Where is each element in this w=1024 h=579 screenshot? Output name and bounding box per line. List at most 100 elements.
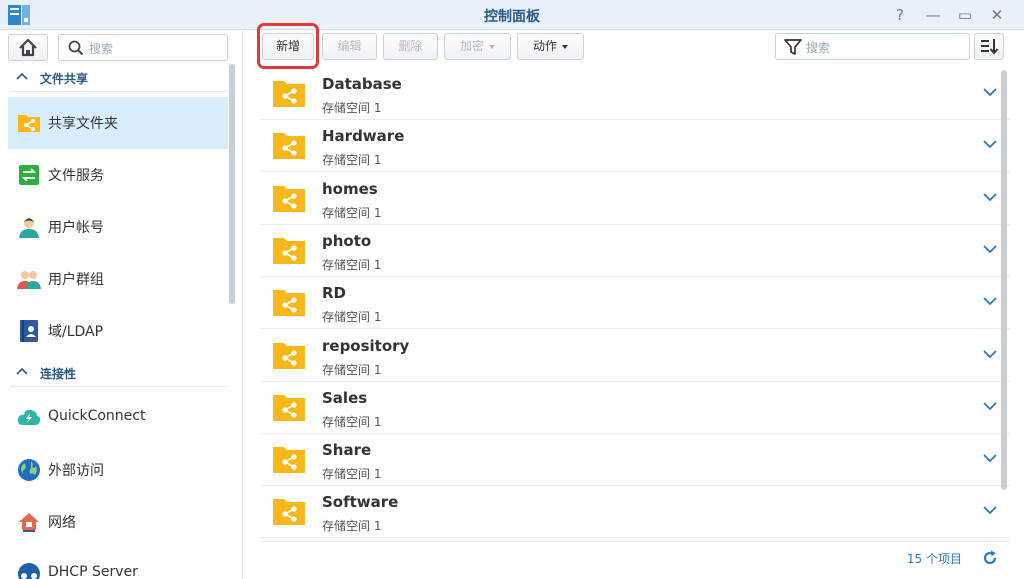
sidebar-item-ldap[interactable]: 域/LDAP <box>8 305 228 357</box>
list-item[interactable]: photo 存储空间 1 <box>260 225 1010 277</box>
search-placeholder: 搜索 <box>806 41 831 55</box>
maximize-icon[interactable]: ▭ <box>954 4 976 26</box>
list-scrollbar[interactable] <box>1001 70 1007 490</box>
sidebar-item-shared-folder[interactable]: 共享文件夹 <box>8 97 228 149</box>
chevron-down-icon[interactable] <box>983 296 997 306</box>
search-input[interactable]: 搜索 <box>775 33 970 60</box>
section-connectivity[interactable]: 连接性 <box>10 359 228 387</box>
folder-name: photo <box>322 231 372 250</box>
shared-folder-icon <box>273 447 305 474</box>
sidebar-search-input[interactable]: 搜索 <box>58 34 228 61</box>
window-title: 控制面板 <box>484 9 540 25</box>
sidebar-item-label: DHCP Server <box>48 564 138 579</box>
shared-folder-icon <box>18 115 40 132</box>
encrypt-label: 加密 <box>459 39 484 53</box>
sidebar-item-label: 共享文件夹 <box>48 116 118 132</box>
sort-button[interactable] <box>974 33 1004 60</box>
list-footer: 15 个项目 <box>260 541 1010 573</box>
folder-volume: 存储空间 1 <box>322 519 382 534</box>
chevron-down-icon[interactable] <box>983 453 997 463</box>
chevron-down-icon[interactable] <box>983 192 997 202</box>
folder-volume: 存储空间 1 <box>322 153 382 168</box>
folder-volume: 存储空间 1 <box>322 467 382 482</box>
section-file-sharing[interactable]: 文件共享 <box>10 64 228 92</box>
folder-volume: 存储空间 1 <box>322 257 382 272</box>
dhcp-icon <box>18 563 40 579</box>
home-button[interactable] <box>8 34 48 61</box>
sidebar-item-label: 网络 <box>48 515 76 531</box>
sidebar-scrollbar[interactable] <box>229 64 235 304</box>
sidebar-item-label: 用户群组 <box>48 272 104 288</box>
folder-name: homes <box>322 179 378 198</box>
list-item[interactable]: Share 存储空间 1 <box>260 434 1010 487</box>
create-button-highlight <box>257 23 319 69</box>
shared-folder-icon <box>273 290 305 317</box>
network-icon <box>19 513 39 532</box>
sidebar-item-network[interactable]: 网络 <box>8 496 228 548</box>
sort-icon <box>981 39 999 55</box>
ldap-icon <box>20 320 38 342</box>
chevron-down-icon[interactable] <box>983 401 997 411</box>
shared-folder-icon <box>273 81 305 107</box>
folder-name: RD <box>322 284 347 303</box>
sidebar-item-label: 外部访问 <box>48 463 104 479</box>
folder-volume: 存储空间 1 <box>322 205 382 220</box>
shared-folder-icon <box>273 185 305 212</box>
sidebar-item-label: 域/LDAP <box>48 324 104 340</box>
list-item[interactable]: Database 存储空间 1 <box>260 68 1010 120</box>
chevron-down-icon[interactable] <box>983 244 997 254</box>
section-label: 连接性 <box>40 367 77 381</box>
folder-volume: 存储空间 1 <box>322 101 382 115</box>
chevron-down-icon[interactable] <box>983 349 997 359</box>
refresh-icon[interactable] <box>982 550 998 566</box>
shared-folder-icon <box>273 499 305 526</box>
encrypt-dropdown[interactable]: 加密 <box>444 33 511 60</box>
help-icon[interactable]: ? <box>889 4 911 26</box>
chevron-down-icon[interactable] <box>983 505 997 515</box>
folder-name: Sales <box>322 388 368 407</box>
close-icon[interactable]: ✕ <box>986 4 1008 26</box>
caret-down-icon <box>562 44 568 49</box>
sidebar-item-dhcp-server[interactable]: DHCP Server <box>8 548 228 579</box>
globe-icon <box>18 459 40 481</box>
minimize-icon[interactable]: — <box>922 4 944 26</box>
chevron-up-icon <box>16 72 28 80</box>
sidebar-item-quickconnect[interactable]: QuickConnect <box>8 392 228 444</box>
sidebar-item-label: 文件服务 <box>48 168 104 184</box>
shared-folder-icon <box>273 133 305 160</box>
delete-button[interactable]: 删除 <box>383 33 438 60</box>
sidebar-item-user[interactable]: 用户帐号 <box>8 201 228 253</box>
home-icon <box>19 38 37 57</box>
list-item[interactable]: homes 存储空间 1 <box>260 173 1010 225</box>
filter-icon <box>784 39 802 55</box>
chevron-down-icon[interactable] <box>983 87 997 97</box>
chevron-down-icon[interactable] <box>983 139 997 149</box>
action-label: 动作 <box>532 39 557 53</box>
group-icon <box>17 271 41 289</box>
list-item[interactable]: RD 存储空间 1 <box>260 277 1010 330</box>
shared-folder-icon <box>273 394 305 421</box>
list-item[interactable]: Software 存储空间 1 <box>260 486 1010 539</box>
list-item[interactable]: repository 存储空间 1 <box>260 330 1010 382</box>
sidebar-item-group[interactable]: 用户群组 <box>8 253 228 305</box>
list-item[interactable]: Hardware 存储空间 1 <box>260 120 1010 173</box>
sidebar-item-file-services[interactable]: 文件服务 <box>8 149 228 201</box>
edit-button[interactable]: 编辑 <box>322 33 377 60</box>
folder-volume: 存储空间 1 <box>322 362 382 377</box>
folder-name: Hardware <box>322 127 405 146</box>
folder-volume: 存储空间 1 <box>322 310 382 325</box>
sidebar-item-external-access[interactable]: 外部访问 <box>8 444 228 496</box>
folder-volume: 存储空间 1 <box>322 414 382 429</box>
section-label: 文件共享 <box>40 72 89 86</box>
chevron-up-icon <box>16 367 28 375</box>
title-bar: 控制面板 ? — ▭ ✕ <box>0 0 1024 30</box>
folder-name: repository <box>322 336 410 355</box>
item-count: 15 个项目 <box>906 552 962 566</box>
shared-folder-icon <box>273 237 305 264</box>
sidebar: 搜索 文件共享 共享文件夹 文件服务 用户帐号 用户群组 域/LDAP 连接性 … <box>0 30 243 579</box>
list-item[interactable]: Sales 存储空间 1 <box>260 382 1010 434</box>
action-dropdown[interactable]: 动作 <box>517 33 584 60</box>
sidebar-item-label: 用户帐号 <box>48 220 104 236</box>
folder-name: Share <box>322 441 372 460</box>
search-icon <box>68 40 84 56</box>
